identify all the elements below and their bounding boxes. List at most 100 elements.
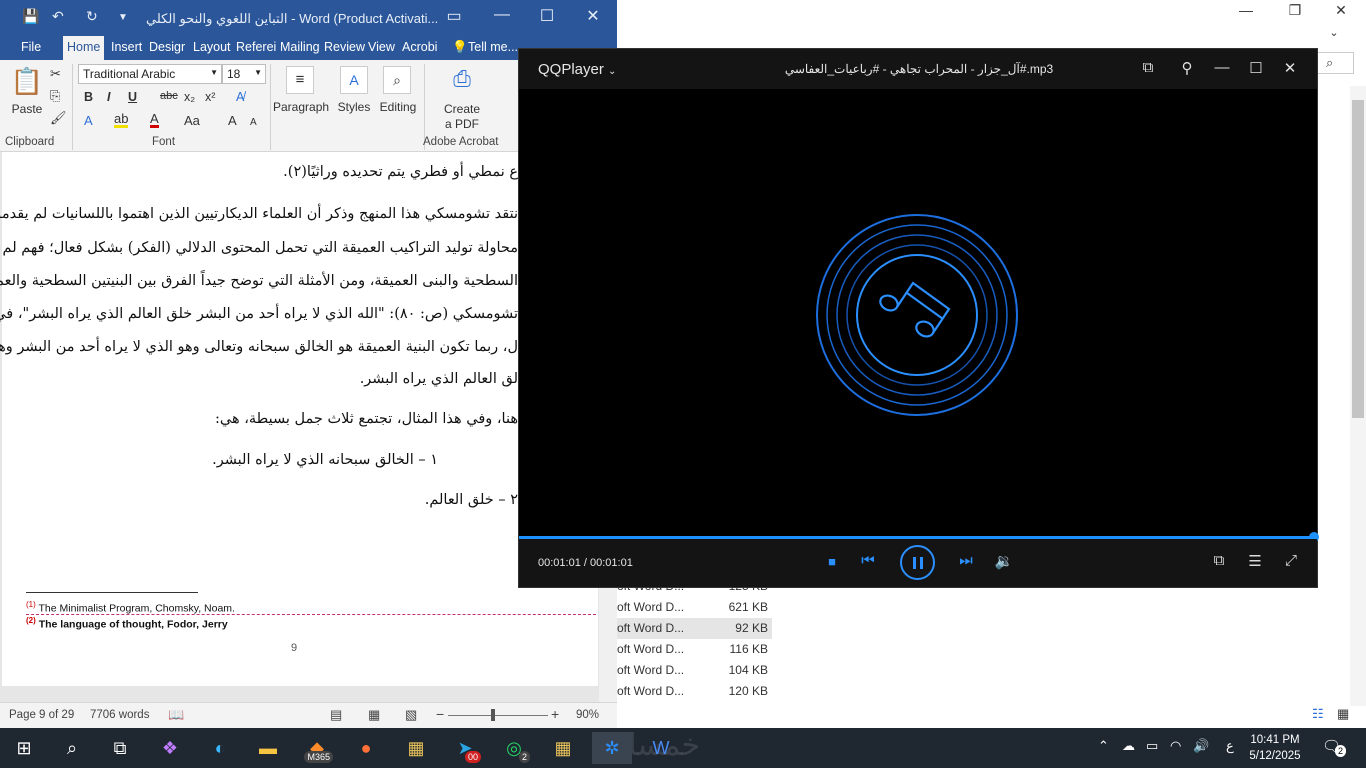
fullscreen-icon[interactable]: ⤢ <box>1280 552 1302 569</box>
create-pdf-button-line2[interactable]: a PDF <box>436 117 488 131</box>
subscript-button[interactable]: x₂ <box>184 90 195 104</box>
paste-icon[interactable]: 📋 <box>10 66 44 97</box>
close-icon[interactable]: ✕ <box>1279 59 1301 77</box>
paste-button[interactable]: Paste <box>10 102 44 116</box>
video-area[interactable] <box>519 89 1317 536</box>
tab-view[interactable]: View <box>368 40 395 54</box>
cloud-icon[interactable]: ☁ <box>1122 738 1135 754</box>
pause-icon[interactable] <box>900 545 935 580</box>
speaker-icon[interactable]: 🔊 <box>1193 738 1209 754</box>
paragraph-button[interactable]: Paragraph <box>273 100 329 114</box>
maximize-icon[interactable]: ☐ <box>1245 59 1267 77</box>
read-mode-icon[interactable]: ▤ <box>330 707 342 723</box>
redo-icon[interactable]: ↻ <box>86 8 98 25</box>
tab-insert[interactable]: Insert <box>111 40 142 54</box>
qat-customize-icon[interactable]: ▼ <box>118 12 128 23</box>
font-name-select[interactable]: Traditional Arabic ▼ <box>78 64 222 84</box>
settings-sliders-icon[interactable]: ☰ <box>1244 552 1266 570</box>
close-icon[interactable]: ✕ <box>581 6 605 26</box>
list-item[interactable]: oft Word D... 104 KB <box>617 660 772 681</box>
maximize-icon[interactable]: ☐ <box>535 6 559 26</box>
mini-mode-icon[interactable]: ⧉ <box>1137 59 1159 76</box>
shrink-font-button[interactable]: A <box>250 117 257 128</box>
search-icon[interactable]: ⌕ <box>1317 52 1354 74</box>
battery-icon[interactable]: ▭ <box>1146 738 1158 754</box>
edge-icon[interactable]: ◐ <box>200 732 240 764</box>
whatsapp-icon[interactable]: ◎ 2 <box>494 732 534 764</box>
font-size-select[interactable]: 18 ▼ <box>222 64 266 84</box>
minimize-icon[interactable]: — <box>1232 2 1260 18</box>
details-view-icon[interactable]: ☷ <box>1312 706 1324 722</box>
zoom-slider-thumb[interactable] <box>491 709 495 721</box>
list-item[interactable]: oft Word D... 120 KB <box>617 681 772 702</box>
superscript-button[interactable]: x² <box>205 90 215 104</box>
previous-icon[interactable]: ⏮ <box>857 552 879 569</box>
styles-button[interactable]: Styles <box>335 100 373 114</box>
telegram-icon[interactable]: ➤ 00 <box>445 732 485 764</box>
qqplayer-taskbar-icon[interactable]: ✲ <box>592 732 632 764</box>
format-painter-icon[interactable]: 🖌 <box>50 110 67 126</box>
list-item[interactable]: oft Word D... 621 KB <box>617 597 772 618</box>
tiles-view-icon[interactable]: ▦ <box>1337 706 1349 722</box>
screenshot-icon[interactable]: ⧉ <box>1208 552 1230 569</box>
qqplayer-menu[interactable]: QQPlayer ⌄ <box>538 61 616 78</box>
tab-review[interactable]: Review <box>324 40 365 54</box>
firefox-icon[interactable]: ● <box>346 732 386 764</box>
font-color-icon[interactable]: A <box>150 112 159 128</box>
tab-layout[interactable]: Layout <box>193 40 231 54</box>
ribbon-display-icon[interactable]: ▭ <box>442 6 466 26</box>
tab-acrobat[interactable]: Acrobi <box>402 40 437 54</box>
tab-mailings[interactable]: Mailing <box>280 40 320 54</box>
minimize-icon[interactable]: — <box>1211 59 1233 76</box>
tell-me-box[interactable]: Tell me... <box>468 40 518 54</box>
zoom-in-icon[interactable]: + <box>551 706 559 722</box>
zoom-level[interactable]: 90% <box>576 709 599 721</box>
next-icon[interactable]: ⏭ <box>955 552 977 569</box>
italic-button[interactable]: I <box>107 90 110 104</box>
change-case-button[interactable]: Aa <box>184 113 200 128</box>
bold-button[interactable]: B <box>84 90 93 104</box>
chevron-up-icon[interactable]: ⌃ <box>1098 738 1109 754</box>
document-page[interactable]: ع نمطي أو فطري يتم تحديده وراثيًا(٢). نت… <box>0 152 598 686</box>
explorer-scroll-thumb[interactable] <box>1352 100 1364 418</box>
tab-home[interactable]: Home <box>63 36 105 60</box>
chevron-down-icon[interactable]: ⌄ <box>1320 26 1348 39</box>
highlight-icon[interactable]: ab <box>114 112 129 128</box>
archive-app-2-icon[interactable]: ▦ <box>543 732 583 764</box>
print-layout-icon[interactable]: ▦ <box>368 707 380 723</box>
web-layout-icon[interactable]: ▧ <box>405 707 417 723</box>
clock[interactable]: 10:41 PM 5/12/2025 <box>1240 732 1310 764</box>
zoom-slider[interactable] <box>448 715 548 716</box>
m365-icon[interactable]: ◆ M365 <box>297 732 337 764</box>
search-icon[interactable]: ⌕ <box>52 732 92 764</box>
copilot-icon[interactable]: ❖ <box>150 732 190 764</box>
clear-formatting-icon[interactable]: A̸ <box>236 90 244 104</box>
strikethrough-button[interactable]: abc <box>160 90 178 102</box>
text-effects-icon[interactable]: A <box>84 113 93 128</box>
page-count[interactable]: Page 9 of 29 <box>9 709 74 721</box>
cut-icon[interactable]: ✂ <box>50 66 61 82</box>
grow-font-button[interactable]: A <box>228 113 237 128</box>
restore-icon[interactable]: ❐ <box>1281 2 1309 19</box>
close-icon[interactable]: ✕ <box>1327 2 1355 19</box>
wifi-icon[interactable]: ◠ <box>1170 738 1181 754</box>
tab-references[interactable]: Referei <box>236 40 276 54</box>
windows-start-icon[interactable]: ⊞ <box>4 732 44 764</box>
copy-icon[interactable]: ⎘ <box>50 88 60 104</box>
archive-app-icon[interactable]: ▦ <box>396 732 436 764</box>
minimize-icon[interactable]: — <box>490 6 514 24</box>
tab-file[interactable]: File <box>21 40 41 54</box>
proofing-icon[interactable]: 📖 <box>168 707 184 723</box>
input-language[interactable]: ع <box>1226 738 1234 754</box>
list-item[interactable]: oft Word D... 92 KB <box>617 618 772 639</box>
zoom-out-icon[interactable]: − <box>436 706 444 722</box>
create-pdf-button-line1[interactable]: Create <box>436 102 488 116</box>
tab-design[interactable]: Desigr <box>149 40 185 54</box>
editing-button[interactable]: Editing <box>376 100 420 114</box>
volume-icon[interactable]: 🔉 <box>993 552 1015 570</box>
pin-icon[interactable]: ⚲ <box>1176 59 1198 77</box>
stop-icon[interactable]: ■ <box>821 554 843 569</box>
undo-icon[interactable]: ↶ <box>52 8 64 25</box>
word-taskbar-icon[interactable]: W <box>641 732 681 764</box>
list-item[interactable]: oft Word D... 116 KB <box>617 639 772 660</box>
